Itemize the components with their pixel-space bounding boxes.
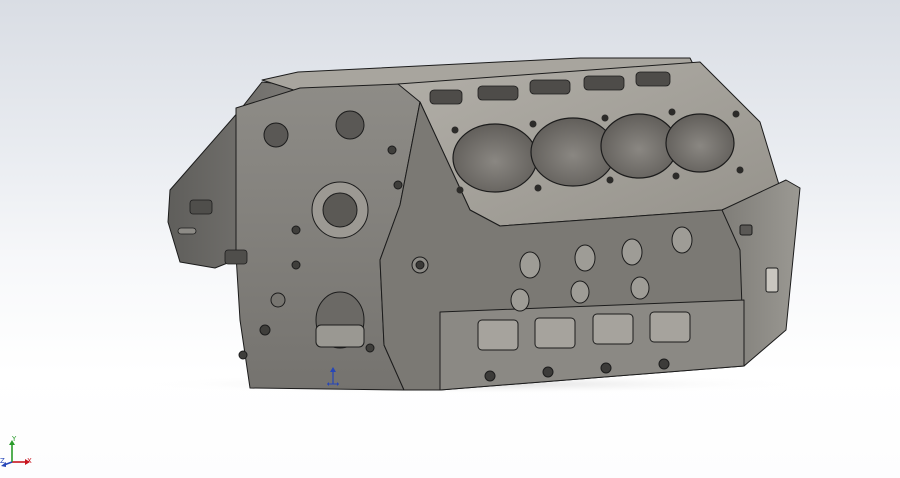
triad-y-label: Y — [12, 435, 17, 443]
origin-arrow-icon — [327, 367, 339, 386]
triad-axes-icon — [1, 440, 30, 467]
reference-triad[interactable]: X Y Z — [0, 432, 40, 472]
engine-block-model[interactable] — [0, 0, 900, 478]
graphics-viewport[interactable]: X Y Z — [0, 0, 900, 478]
triad-z-label: Z — [0, 457, 5, 465]
triad-x-label: X — [27, 457, 32, 465]
cylinder-bore-4 — [665, 113, 735, 173]
cylinder-bore-1 — [452, 123, 538, 193]
